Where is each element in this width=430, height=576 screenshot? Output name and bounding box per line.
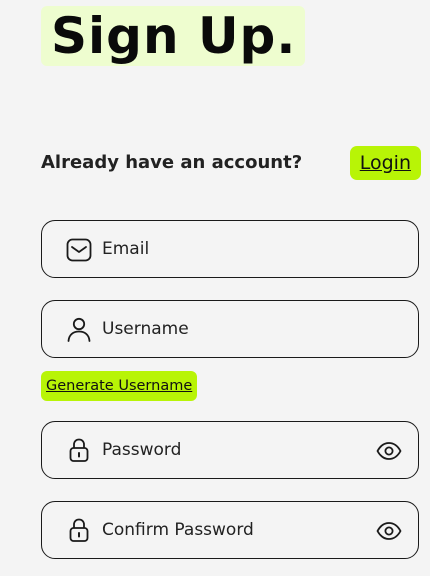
mail-icon [66,238,92,262]
username-field-container[interactable] [41,300,419,358]
email-input[interactable] [102,221,362,277]
signup-page: Sign Up. Already have an account? Login … [0,0,430,576]
confirm-password-field-container[interactable] [41,501,419,559]
lock-icon [66,518,92,543]
user-icon [66,317,92,342]
page-title: Sign Up. [41,6,306,66]
login-prompt-text: Already have an account? [41,152,303,173]
username-input[interactable] [102,301,362,357]
eye-icon[interactable] [376,439,402,463]
login-link[interactable]: Login [349,146,421,180]
email-field-container[interactable] [41,220,419,278]
confirm-password-input[interactable] [102,502,362,558]
eye-icon[interactable] [376,519,402,543]
login-prompt-row: Already have an account? Login [41,146,421,180]
lock-icon [66,438,92,463]
generate-username-button[interactable]: Generate Username [41,371,198,401]
password-input[interactable] [102,422,362,478]
password-field-container[interactable] [41,421,419,479]
